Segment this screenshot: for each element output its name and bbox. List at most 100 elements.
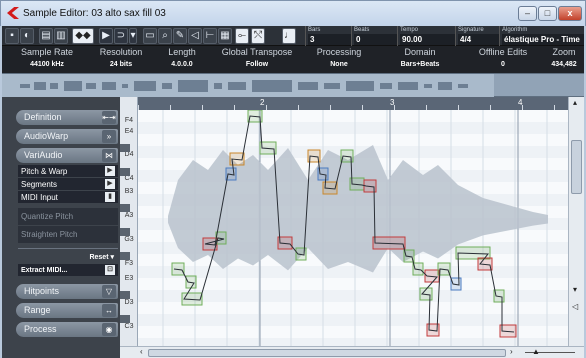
algorithm-label: Algorithm bbox=[502, 27, 528, 33]
key-f3: F3 bbox=[124, 260, 134, 267]
maximize-button[interactable]: □ bbox=[538, 6, 557, 21]
sample-editor-icon bbox=[7, 7, 19, 19]
speaker-icon[interactable]: ◁ bbox=[188, 28, 202, 44]
grid-band bbox=[138, 266, 568, 278]
metronome-icon[interactable]: ♩ bbox=[282, 28, 296, 44]
straighten-pitch-option[interactable]: Straighten Pitch bbox=[18, 226, 118, 244]
definition-section[interactable]: Definition ⇤⇥ bbox=[16, 110, 118, 125]
extract-midi-button[interactable]: Extract MIDI... ⊡ bbox=[18, 264, 118, 277]
key-f4: F4 bbox=[124, 117, 134, 124]
piano-keys: F4 E4 D4 C4 B3 A3 G3 F3 E3 D3 C3 bbox=[120, 97, 138, 346]
pointer-icon: ▶ bbox=[105, 166, 115, 176]
info-sample-rate: Sample Rate 44100 kHz bbox=[20, 47, 74, 68]
minimize-button[interactable]: – bbox=[518, 6, 537, 21]
window-title: Sample Editor: 03 alto sax fill 03 bbox=[23, 8, 166, 19]
ruler[interactable]: 234 bbox=[138, 97, 568, 110]
pitch-editor[interactable] bbox=[138, 110, 568, 346]
info-icon[interactable]: ▥ bbox=[54, 28, 68, 44]
midi-icon: ▮ bbox=[105, 192, 115, 202]
horizontal-scrollbar[interactable]: ‹ › ▲ bbox=[120, 346, 584, 358]
stretch-icon[interactable]: ⤲ bbox=[251, 28, 265, 44]
key-d3: D3 bbox=[124, 299, 134, 306]
toolbar: ▪ ◐ ▤ ▥ ◆◆ ▶ ⊃ ▾ ▭ ⌕ ✎ ◁ ⊢ ▦ ⟜ ⤲ ♩ Bars … bbox=[2, 26, 584, 46]
bars-label: Bars bbox=[308, 27, 321, 33]
scroll-left-icon[interactable]: ‹ bbox=[140, 347, 143, 357]
zoom-slider-icon[interactable]: ◁ bbox=[572, 302, 578, 312]
key-d4: D4 bbox=[124, 151, 134, 158]
pitch-warp-option[interactable]: Pitch & Warp ▶ bbox=[18, 165, 118, 178]
segments-canvas[interactable] bbox=[138, 110, 568, 346]
key-c3: C3 bbox=[124, 323, 134, 330]
black-key bbox=[120, 168, 130, 176]
info-zoom: Zoom 434,482 bbox=[551, 47, 577, 68]
play-icon[interactable]: ▶ bbox=[99, 28, 113, 44]
warp-icon[interactable]: ⟜ bbox=[235, 28, 249, 44]
info-offline-edits: Offline Edits 0 bbox=[478, 47, 528, 68]
key-g3: G3 bbox=[124, 236, 134, 243]
info-domain[interactable]: Domain Bars+Beats bbox=[378, 46, 462, 73]
reset-button[interactable]: Reset ▾ bbox=[18, 253, 118, 264]
solo-icon[interactable]: ▪ bbox=[5, 28, 19, 44]
segments-option[interactable]: Segments ▶ bbox=[18, 178, 118, 191]
range-select-icon[interactable]: ▭ bbox=[143, 28, 157, 44]
quantize-pitch-option[interactable]: Quantize Pitch bbox=[18, 208, 118, 226]
ruler-bar-2: 2 bbox=[260, 98, 265, 107]
vertical-scroll-thumb[interactable] bbox=[571, 140, 582, 194]
close-button[interactable]: x bbox=[558, 6, 582, 21]
grid-band bbox=[138, 134, 568, 146]
monitor-icon[interactable]: ◐ bbox=[20, 28, 34, 44]
info-resolution: Resolution 24 bits bbox=[99, 47, 143, 68]
zoom-thumb-icon[interactable]: ▲ bbox=[532, 347, 540, 357]
variaudio-icon: ⋈ bbox=[102, 149, 116, 162]
process-icon: ◉ bbox=[102, 323, 116, 336]
dropdown-icon[interactable]: ▾ bbox=[129, 28, 137, 44]
vertical-scrollbar[interactable]: ▴ ▾ ◁ bbox=[568, 97, 584, 346]
black-key bbox=[120, 291, 130, 299]
info-bar: Sample Rate 44100 kHz Resolution 24 bits L… bbox=[2, 46, 584, 73]
hitpoints-section[interactable]: Hitpoints ▽ bbox=[16, 284, 118, 299]
key-c4: C4 bbox=[124, 175, 134, 182]
hitpoints-icon: ▽ bbox=[102, 285, 116, 298]
bars-field[interactable]: 3 bbox=[308, 34, 351, 45]
scroll-right-icon[interactable]: › bbox=[510, 347, 513, 357]
variaudio-section[interactable]: VariAudio ⋈ bbox=[16, 148, 118, 163]
info-processing: Processing None bbox=[316, 47, 362, 68]
hitpoint-icon[interactable]: ⊢ bbox=[203, 28, 217, 44]
info-global-transpose[interactable]: Global Transpose Follow bbox=[214, 46, 300, 73]
audiowarp-icon: » bbox=[102, 130, 116, 143]
audiowarp-section[interactable]: AudioWarp» bbox=[16, 129, 118, 144]
overview-waveform[interactable] bbox=[2, 73, 584, 98]
grid-band bbox=[138, 110, 568, 122]
grid-icon[interactable]: ▦ bbox=[218, 28, 232, 44]
process-section[interactable]: Process ◉ bbox=[16, 322, 118, 337]
overview-wave bbox=[20, 80, 468, 92]
extract-icon: ⊡ bbox=[105, 265, 115, 275]
info-length: Length 4.0.0.0 bbox=[168, 47, 196, 68]
range-icon: ↔ bbox=[102, 304, 116, 317]
snap-icon[interactable]: ◆◆ bbox=[72, 28, 94, 44]
loop-icon[interactable]: ⊃ bbox=[114, 28, 128, 44]
tempo-field[interactable]: 90.00 bbox=[400, 34, 455, 45]
beats-field[interactable]: 0 bbox=[354, 34, 397, 45]
range-section[interactable]: Range ↔ bbox=[16, 303, 118, 318]
algorithm-field[interactable]: élastique Pro - Time bbox=[502, 34, 584, 45]
grid-band bbox=[138, 122, 568, 134]
key-a3: A3 bbox=[124, 212, 134, 219]
pencil-icon[interactable]: ✎ bbox=[173, 28, 187, 44]
signature-field[interactable]: 4/4 bbox=[458, 34, 499, 45]
divider bbox=[18, 248, 118, 249]
black-key bbox=[120, 252, 130, 260]
horizontal-scroll-thumb[interactable] bbox=[148, 349, 506, 357]
zoom-icon[interactable]: ⌕ bbox=[158, 28, 172, 44]
black-key bbox=[120, 204, 130, 212]
key-e4: E4 bbox=[124, 128, 134, 135]
midi-input-option[interactable]: MIDI Input ▮ bbox=[18, 191, 118, 204]
waveform-icon[interactable]: ▤ bbox=[39, 28, 53, 44]
scroll-up-icon[interactable]: ▴ bbox=[573, 98, 577, 108]
scroll-down-icon[interactable]: ▾ bbox=[573, 285, 577, 295]
black-key bbox=[120, 228, 130, 236]
beats-label: Beats bbox=[354, 27, 370, 33]
segments-icon: ▶ bbox=[105, 179, 115, 189]
key-e3: E3 bbox=[124, 275, 134, 282]
tempo-label: Tempo bbox=[400, 27, 419, 33]
